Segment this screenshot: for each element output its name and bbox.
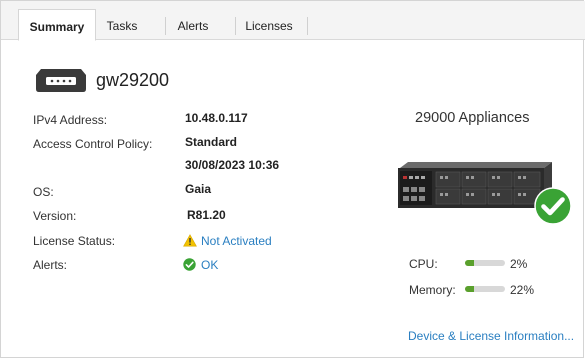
cpu-label: CPU: bbox=[409, 257, 438, 271]
policy-date: 30/08/2023 10:36 bbox=[185, 158, 280, 172]
cpu-value: 2% bbox=[510, 257, 528, 271]
alerts-label: Alerts: bbox=[33, 258, 68, 272]
tab-summary[interactable]: Summary bbox=[18, 9, 96, 41]
tab-separator bbox=[307, 17, 308, 35]
license-status-link[interactable]: Not Activated bbox=[201, 234, 272, 248]
memory-bar-fill bbox=[465, 286, 474, 292]
cpu-bar bbox=[465, 260, 505, 266]
tab-licenses[interactable]: Licenses bbox=[236, 9, 302, 40]
os-label: OS: bbox=[33, 185, 54, 199]
alerts-ok-link[interactable]: OK bbox=[201, 258, 218, 272]
ok-check-icon bbox=[183, 258, 196, 271]
tab-tasks[interactable]: Tasks bbox=[97, 9, 147, 40]
ipv4-label: IPv4 Address: bbox=[33, 113, 108, 127]
tab-bar: Summary Tasks Alerts Licenses bbox=[1, 9, 585, 41]
gateway-name: gw29200 bbox=[96, 70, 170, 90]
warning-icon bbox=[183, 234, 197, 247]
ipv4-value: 10.48.0.117 bbox=[185, 111, 248, 125]
green-check-icon bbox=[534, 187, 572, 225]
license-status-label: License Status: bbox=[33, 234, 116, 248]
memory-bar bbox=[465, 286, 505, 292]
memory-label: Memory: bbox=[409, 283, 456, 297]
os-value: Gaia bbox=[185, 182, 212, 196]
appliance-title: 29000 Appliances bbox=[415, 110, 530, 126]
version-label: Version: bbox=[33, 209, 77, 223]
gateway-device-icon bbox=[36, 69, 86, 92]
tab-alerts[interactable]: Alerts bbox=[166, 9, 220, 40]
top-strip bbox=[1, 1, 585, 9]
appliance-image bbox=[398, 162, 552, 208]
device-license-info-link[interactable]: Device & License Information... bbox=[408, 329, 574, 343]
policy-label: Access Control Policy: bbox=[33, 137, 153, 151]
memory-value: 22% bbox=[510, 283, 535, 297]
cpu-bar-fill bbox=[465, 260, 474, 266]
version-value: R81.20 bbox=[187, 208, 226, 222]
policy-value: Standard bbox=[185, 135, 238, 149]
summary-panel: Summary Tasks Alerts Licenses gw29200 IP… bbox=[0, 0, 585, 358]
